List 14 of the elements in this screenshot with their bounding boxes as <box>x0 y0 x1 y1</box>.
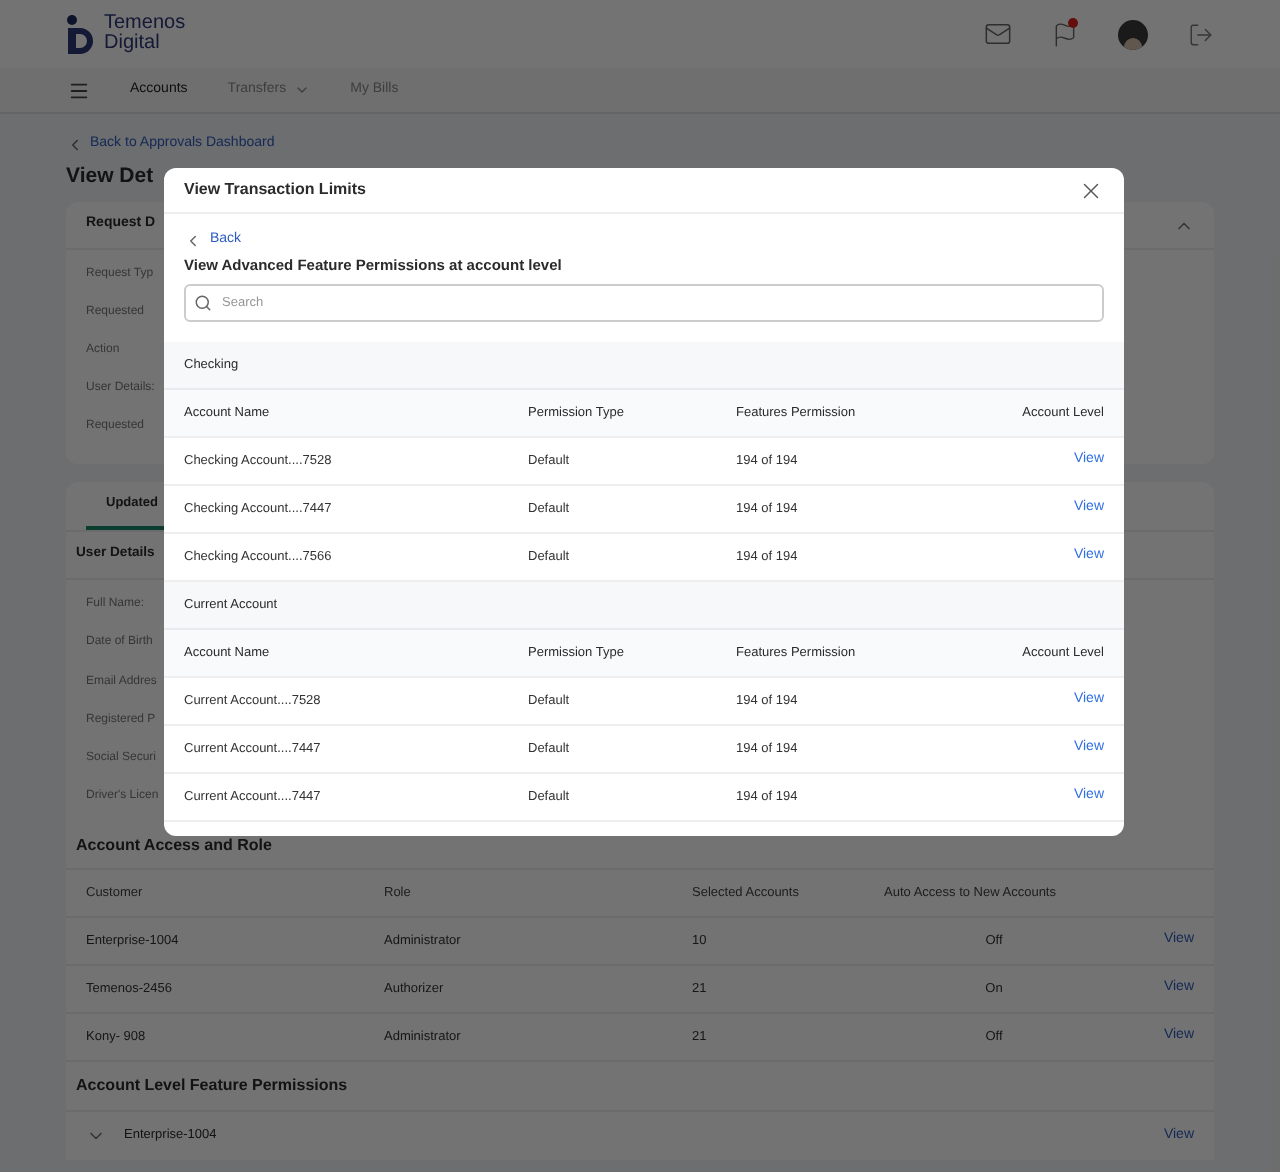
brand-name: Temenos <box>104 14 186 34</box>
chevron-left-icon <box>66 135 84 153</box>
search-icon <box>194 294 212 312</box>
logout-icon[interactable] <box>1188 21 1214 47</box>
section-title: Account Level Feature Permissions <box>76 1074 348 1098</box>
brand-name: Digital <box>104 34 162 54</box>
mail-icon[interactable] <box>984 20 1012 48</box>
flag-icon[interactable] <box>1052 21 1078 47</box>
chevron-left-icon <box>184 231 202 249</box>
section-title: Account Access and Role <box>76 833 272 857</box>
avatar-icon[interactable] <box>1118 19 1148 49</box>
page-title: View Det <box>66 162 154 192</box>
modal-title: View Transaction Limits <box>184 178 366 202</box>
menu-icon[interactable] <box>68 79 90 101</box>
